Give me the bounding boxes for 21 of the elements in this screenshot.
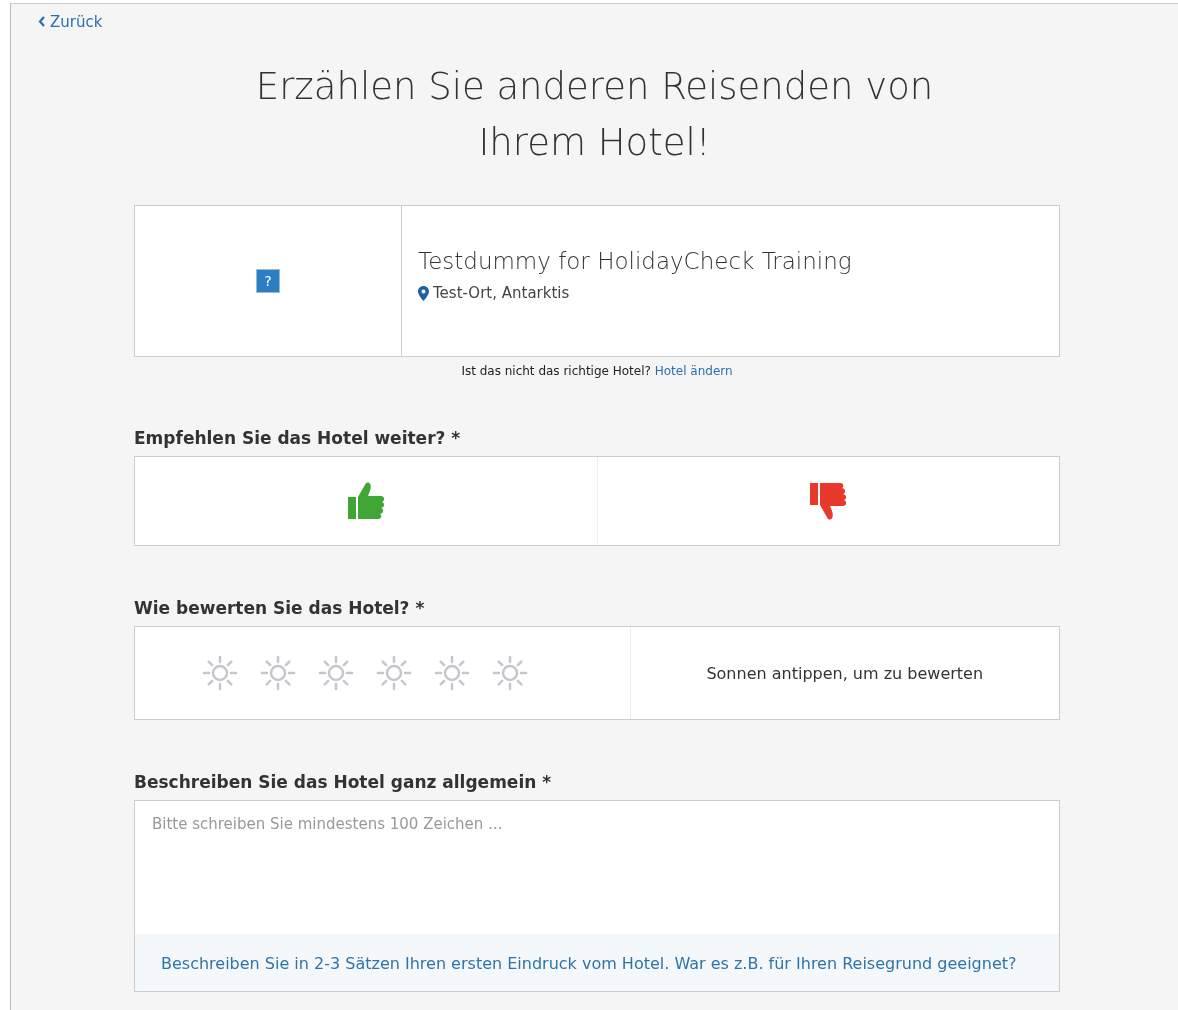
hotel-name: Testdummy for HolidayCheck Training [418, 248, 852, 274]
back-link[interactable]: Zurück [38, 12, 103, 31]
change-hotel-link[interactable]: Hotel ändern [654, 364, 733, 378]
hotel-location: Test-Ort, Antarktis [433, 284, 570, 302]
description-field-frame[interactable]: Bitte schreiben Sie mindestens 100 Zeichen ... Beschreiben Sie in 2-3 Sätzen Ihren ersten Eindruck vom Hotel. War es z.B. für Ihren Reisegrund geeignet? [134, 800, 1060, 992]
empty-sun-icon[interactable] [201, 654, 239, 692]
change-hotel-text: Ist das nicht das richtige Hotel? Hotel ändern [460, 364, 734, 378]
page-title: Erzählen Sie anderen Reisenden von Ihrem Hotel! [254, 64, 935, 166]
empty-sun-icon[interactable] [433, 654, 471, 692]
missing-image-icon: ? [256, 269, 280, 293]
description-tip: Beschreiben Sie in 2-3 Sätzen Ihren ersten Eindruck vom Hotel. War es z.B. für Ihren Reisegrund geeignet? [135, 934, 1059, 991]
empty-sun-icon[interactable] [317, 654, 355, 692]
rating-hint: Sonnen antippen, um zu bewerten [706, 663, 984, 683]
description-label: Beschreiben Sie das Hotel ganz allgemein * [134, 772, 553, 792]
recommend-label: Empfehlen Sie das Hotel weiter? * [134, 428, 462, 448]
location-pin-icon [418, 285, 429, 301]
chevron-left-icon [38, 16, 46, 27]
empty-sun-icon[interactable] [375, 654, 413, 692]
empty-sun-icon[interactable] [491, 654, 529, 692]
rating-label: Wie bewerten Sie das Hotel? * [134, 598, 426, 618]
empty-sun-icon[interactable] [259, 654, 297, 692]
